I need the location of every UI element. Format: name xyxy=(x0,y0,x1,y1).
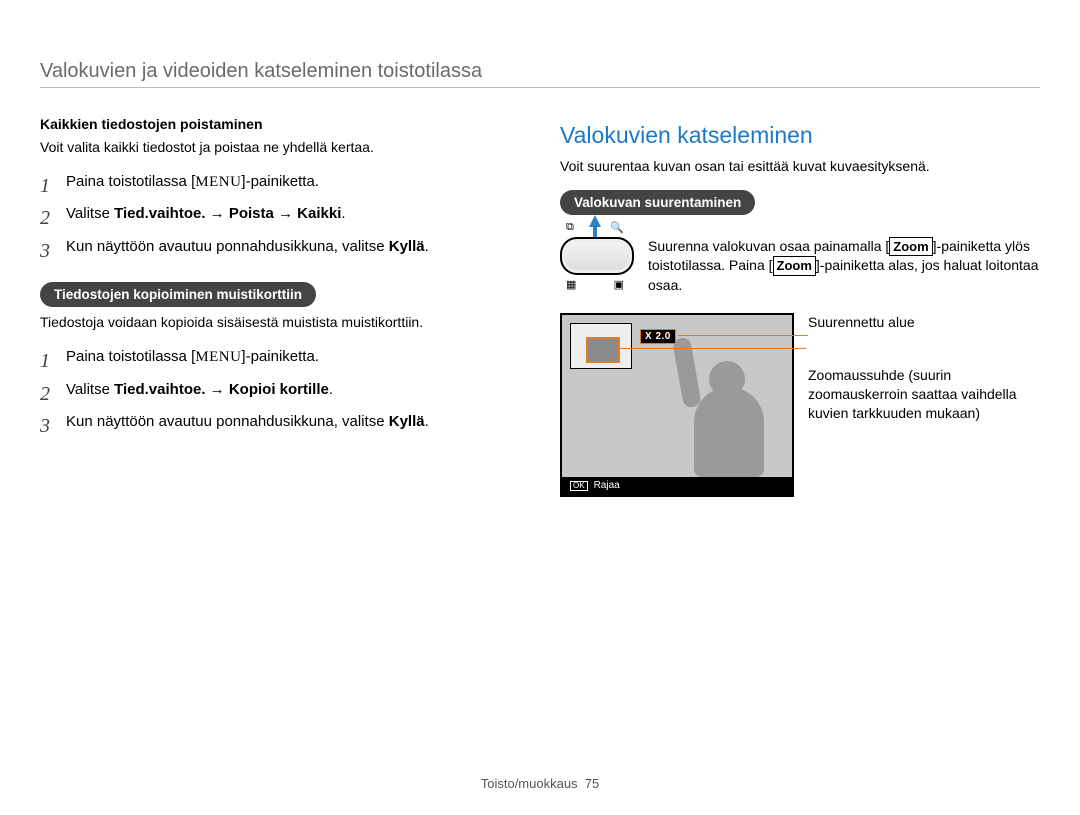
menu-label: MENU xyxy=(195,174,241,190)
section-intro: Voit suurentaa kuvan osan tai esittää ku… xyxy=(560,157,1040,176)
page-footer: Toisto/muokkaus 75 xyxy=(0,776,1080,791)
display-callouts: Suurennettu alue Zoomaussuhde (suurin zo… xyxy=(808,313,1040,423)
step-item: Valitse Tied.vaihtoe. → Kopioi kortille. xyxy=(40,379,520,402)
thumbnail-icon: ▣ xyxy=(614,278,624,291)
delete-all-heading: Kaikkien tiedostojen poistaminen xyxy=(40,116,520,132)
zoom-ratio-badge: X 2.0 xyxy=(640,329,676,344)
step-item: Kun näyttöön avautuu ponnahdusikkuna, va… xyxy=(40,411,520,434)
zoom-area-rect xyxy=(586,337,620,363)
zoom-button-label: Zoom xyxy=(889,237,932,257)
grid-icon: ▦ xyxy=(566,278,576,291)
zoom-rocker-illustration: ⧉ 🔍 ▦ ▣ xyxy=(560,237,630,275)
leader-line xyxy=(678,335,808,336)
step-item: Paina toistotilassa [MENU]-painiketta. xyxy=(40,346,520,369)
copy-pill: Tiedostojen kopioiminen muistikorttiin xyxy=(40,282,316,307)
crop-label: Rajaa xyxy=(594,480,620,491)
zoom-button-label: Zoom xyxy=(773,256,816,276)
display-bottom-bar: OK Rajaa xyxy=(562,477,792,495)
silhouette-icon xyxy=(644,347,774,477)
leader-line xyxy=(616,348,806,349)
camera-display-illustration: X 2.0 OK Rajaa xyxy=(560,313,794,497)
step-item: Paina toistotilassa [MENU]-painiketta. xyxy=(40,171,520,194)
callout-area: Suurennettu alue xyxy=(808,313,1040,332)
magnifier-icon: 🔍 xyxy=(610,221,624,234)
delete-steps: Paina toistotilassa [MENU]-painiketta. V… xyxy=(40,171,520,259)
zoom-pill: Valokuvan suurentaminen xyxy=(560,190,755,215)
copy-intro: Tiedostoja voidaan kopioida sisäisestä m… xyxy=(40,313,520,332)
menu-label: MENU xyxy=(195,349,241,365)
step-item: Kun näyttöön avautuu ponnahdusikkuna, va… xyxy=(40,236,520,259)
section-title: Valokuvien katseleminen xyxy=(560,122,1040,149)
page-header: Valokuvien ja videoiden katseleminen toi… xyxy=(40,60,1040,88)
callout-zoom-ratio: Zoomaussuhde (suurin zoomauskerroin saat… xyxy=(808,366,1040,423)
ok-icon: OK xyxy=(570,481,588,491)
left-column: Kaikkien tiedostojen poistaminen Voit va… xyxy=(40,116,520,497)
right-column: Valokuvien katseleminen Voit suurentaa k… xyxy=(560,122,1040,497)
delete-all-intro: Voit valita kaikki tiedostot ja poistaa … xyxy=(40,138,520,157)
zoom-in-icon: ⧉ xyxy=(566,221,574,234)
zoom-description: Suurenna valokuvan osaa painamalla [Zoom… xyxy=(648,237,1040,295)
copy-steps: Paina toistotilassa [MENU]-painiketta. V… xyxy=(40,346,520,434)
step-item: Valitse Tied.vaihtoe. → Poista → Kaikki. xyxy=(40,203,520,226)
